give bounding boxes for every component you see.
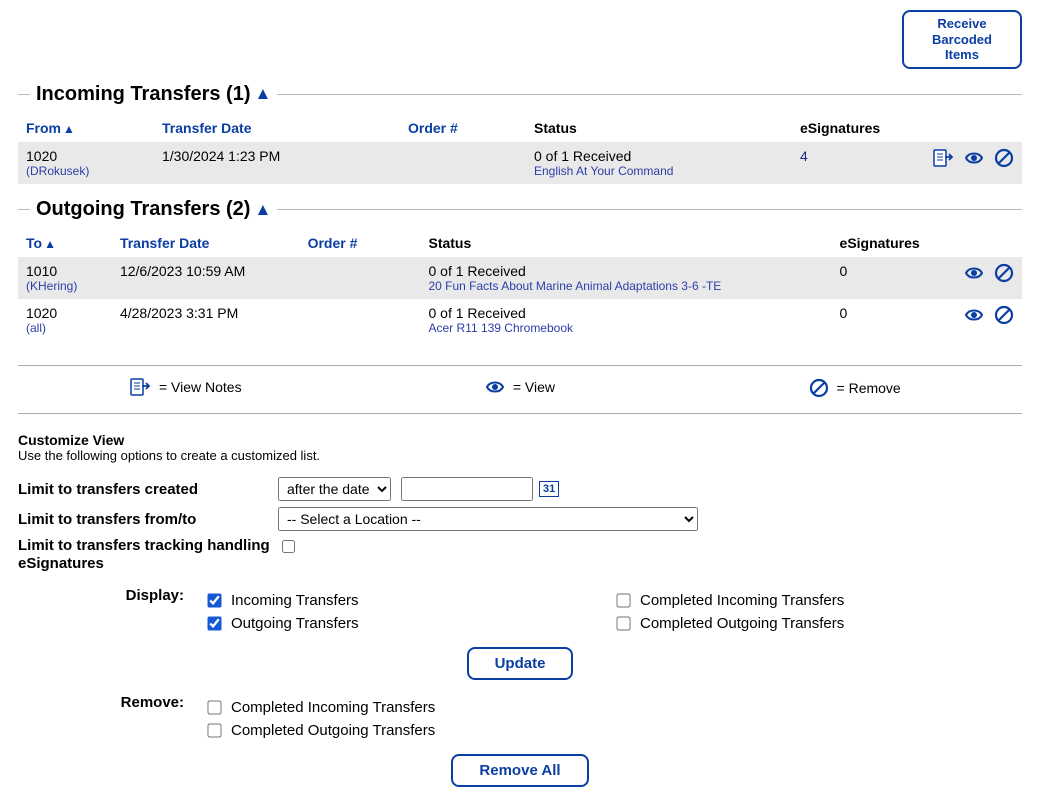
- transfer-date: 1/30/2024 1:23 PM: [154, 142, 400, 184]
- customize-view-heading: Customize View: [18, 432, 1022, 448]
- to-user: (all): [26, 321, 104, 335]
- view-icon[interactable]: [964, 264, 984, 285]
- status-text: 0 of 1 Received: [428, 305, 823, 321]
- display-outgoing-checkbox[interactable]: [207, 617, 221, 631]
- display-incoming-label: Incoming Transfers: [231, 592, 359, 609]
- collapse-outgoing-icon[interactable]: ▲: [254, 200, 271, 220]
- table-row: 1020 (DRokusek) 1/30/2024 1:23 PM 0 of 1…: [18, 142, 1022, 184]
- customize-view-sub: Use the following options to create a cu…: [18, 448, 1022, 463]
- order-number: [300, 257, 421, 299]
- outgoing-table: To▲ Transfer Date Order # Status eSignat…: [18, 229, 1022, 341]
- receive-barcoded-items-button[interactable]: Receive Barcoded Items: [902, 10, 1022, 69]
- remove-icon[interactable]: [994, 263, 1014, 286]
- limit-fromto-label: Limit to transfers from/to: [18, 511, 278, 528]
- outgoing-section-header: Outgoing Transfers (2) ▲: [18, 198, 1022, 221]
- limit-esig-checkbox[interactable]: [282, 540, 295, 553]
- esignatures-link[interactable]: 4: [800, 148, 808, 164]
- incoming-section-header: Incoming Transfers (1) ▲: [18, 83, 1022, 106]
- collapse-incoming-icon[interactable]: ▲: [255, 84, 272, 104]
- display-completed-outgoing-checkbox[interactable]: [616, 617, 630, 631]
- limit-esig-label: Limit to transfers tracking handling eSi…: [18, 537, 278, 573]
- remove-icon[interactable]: [994, 148, 1014, 171]
- legend-remove-label: = Remove: [837, 381, 901, 397]
- remove-icon: [809, 378, 829, 401]
- table-row: 1020 (all) 4/28/2023 3:31 PM 0 of 1 Rece…: [18, 299, 1022, 341]
- order-number: [400, 142, 526, 184]
- remove-completed-incoming-label: Completed Incoming Transfers: [231, 699, 435, 716]
- display-outgoing-label: Outgoing Transfers: [231, 615, 359, 632]
- item-desc: 20 Fun Facts About Marine Animal Adaptat…: [428, 279, 823, 293]
- incoming-col-order[interactable]: Order #: [400, 114, 526, 142]
- incoming-table: From▲ Transfer Date Order # Status eSign…: [18, 114, 1022, 184]
- legend-notes-label: = View Notes: [159, 380, 242, 396]
- remove-completed-incoming-checkbox[interactable]: [207, 701, 221, 715]
- remove-icon[interactable]: [994, 305, 1014, 328]
- outgoing-title: Outgoing Transfers (2): [36, 198, 250, 221]
- date-input[interactable]: [401, 477, 533, 501]
- outgoing-col-esig: eSignatures: [832, 229, 928, 257]
- view-notes-icon[interactable]: [932, 149, 954, 170]
- remove-completed-outgoing-label: Completed Outgoing Transfers: [231, 722, 435, 739]
- view-icon[interactable]: [964, 306, 984, 327]
- transfer-date: 12/6/2023 10:59 AM: [112, 257, 300, 299]
- incoming-col-from[interactable]: From▲: [18, 114, 154, 142]
- outgoing-col-to[interactable]: To▲: [18, 229, 112, 257]
- view-icon[interactable]: [964, 149, 984, 170]
- view-notes-icon: [129, 378, 151, 399]
- to-location: 1010: [26, 263, 104, 279]
- outgoing-col-status: Status: [420, 229, 831, 257]
- from-user: (DRokusek): [26, 164, 146, 178]
- remove-completed-outgoing-checkbox[interactable]: [207, 724, 221, 738]
- view-icon: [485, 378, 505, 399]
- icon-legend: = View Notes = View = Remove: [18, 365, 1022, 414]
- item-desc: Acer R11 139 Chromebook: [428, 321, 823, 335]
- limit-created-label: Limit to transfers created: [18, 481, 278, 498]
- to-location: 1020: [26, 305, 104, 321]
- display-completed-incoming-label: Completed Incoming Transfers: [640, 592, 844, 609]
- transfer-date: 4/28/2023 3:31 PM: [112, 299, 300, 341]
- incoming-col-esig: eSignatures: [792, 114, 896, 142]
- calendar-icon[interactable]: 31: [539, 481, 559, 497]
- update-button[interactable]: Update: [467, 647, 574, 680]
- esignatures-count: 0: [832, 299, 928, 341]
- incoming-col-date[interactable]: Transfer Date: [154, 114, 400, 142]
- incoming-col-status: Status: [526, 114, 792, 142]
- from-location: 1020: [26, 148, 146, 164]
- remove-label: Remove:: [18, 694, 204, 744]
- display-label: Display:: [18, 587, 204, 637]
- display-completed-outgoing-label: Completed Outgoing Transfers: [640, 615, 844, 632]
- table-row: 1010 (KHering) 12/6/2023 10:59 AM 0 of 1…: [18, 257, 1022, 299]
- display-incoming-checkbox[interactable]: [207, 594, 221, 608]
- legend-view-label: = View: [513, 380, 555, 396]
- esignatures-count: 0: [832, 257, 928, 299]
- outgoing-col-date[interactable]: Transfer Date: [112, 229, 300, 257]
- location-select[interactable]: -- Select a Location --: [278, 507, 698, 531]
- incoming-title: Incoming Transfers (1): [36, 83, 251, 106]
- outgoing-col-order[interactable]: Order #: [300, 229, 421, 257]
- status-text: 0 of 1 Received: [534, 148, 784, 164]
- status-text: 0 of 1 Received: [428, 263, 823, 279]
- display-completed-incoming-checkbox[interactable]: [616, 594, 630, 608]
- date-mode-select[interactable]: after the date: [278, 477, 391, 501]
- remove-all-button[interactable]: Remove All: [451, 754, 588, 787]
- order-number: [300, 299, 421, 341]
- to-user: (KHering): [26, 279, 104, 293]
- item-desc: English At Your Command: [534, 164, 784, 178]
